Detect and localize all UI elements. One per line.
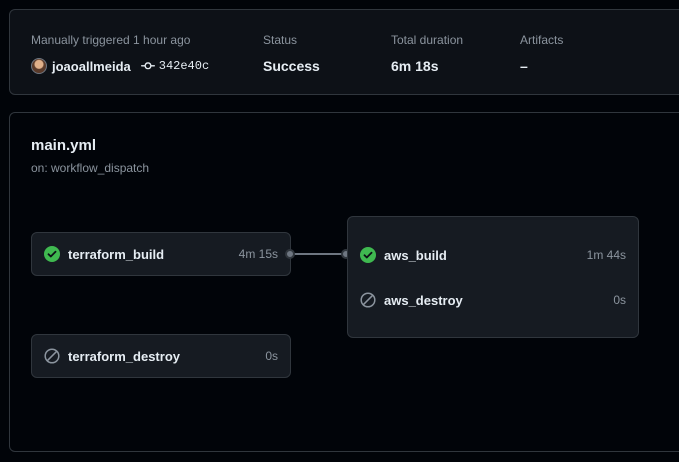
git-commit-icon xyxy=(140,59,155,73)
status-value: Success xyxy=(263,58,320,74)
duration-label: Total duration xyxy=(391,33,464,47)
job-name: terraform_build xyxy=(68,246,165,262)
job-dependency-connector xyxy=(290,253,346,255)
workflow-file-name[interactable]: main.yml xyxy=(31,137,96,154)
trigger-info: Manually triggered 1 hour ago joaoallmei… xyxy=(31,32,209,76)
job-duration: 0s xyxy=(265,349,278,363)
skip-icon xyxy=(360,292,376,308)
job-name: aws_destroy xyxy=(384,292,463,308)
status-label: Status xyxy=(263,33,298,47)
job-terraform-destroy[interactable]: terraform_destroy 0s xyxy=(31,334,291,378)
job-terraform-build[interactable]: terraform_build 4m 15s xyxy=(31,232,291,276)
connector-start-dot xyxy=(285,249,295,259)
job-duration: 0s xyxy=(613,293,626,307)
check-circle-fill-icon xyxy=(44,246,60,262)
trigger-label: Manually triggered 1 hour ago xyxy=(31,33,191,47)
duration-info: Total duration 6m 18s xyxy=(391,32,463,76)
skip-icon xyxy=(44,348,60,364)
job-duration: 4m 15s xyxy=(238,247,278,261)
job-duration: 1m 44s xyxy=(586,248,626,262)
job-aws-build[interactable]: aws_build 1m 44s xyxy=(348,233,638,277)
job-name: aws_build xyxy=(384,247,447,263)
job-group-aws: aws_build 1m 44s aws_destroy 0s xyxy=(347,216,639,338)
artifacts-label: Artifacts xyxy=(520,33,564,47)
job-name: terraform_destroy xyxy=(68,348,180,364)
check-circle-fill-icon xyxy=(360,247,376,263)
commit-sha-link[interactable]: 342e40c xyxy=(159,59,209,73)
run-summary-panel: Manually triggered 1 hour ago joaoallmei… xyxy=(9,9,679,95)
avatar[interactable] xyxy=(31,58,47,74)
status-info: Status Success xyxy=(263,32,320,76)
workflow-trigger: on: workflow_dispatch xyxy=(31,161,150,175)
actor-link[interactable]: joaoallmeida xyxy=(52,59,131,74)
workflow-graph-panel: main.yml on: workflow_dispatch terraform… xyxy=(9,112,679,452)
job-aws-destroy[interactable]: aws_destroy 0s xyxy=(348,278,638,322)
artifacts-info: Artifacts – xyxy=(520,32,563,76)
duration-value: 6m 18s xyxy=(391,58,439,74)
artifacts-value: – xyxy=(520,58,528,74)
